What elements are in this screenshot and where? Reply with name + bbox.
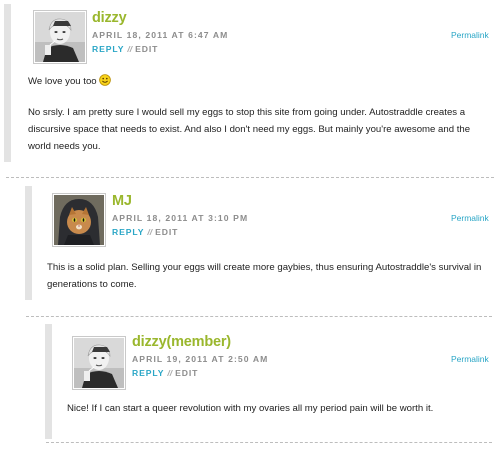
comment-body: We love you too No srsly. I am pretty su… [28, 73, 490, 155]
avatar-hooded-cat-icon [54, 195, 104, 245]
comment-author[interactable]: dizzy [92, 10, 127, 26]
comment-divider [26, 316, 492, 317]
thread-bar [25, 186, 32, 300]
action-separator: // [167, 368, 173, 378]
thread-bar [4, 4, 11, 162]
comment-actions: REPLY//EDIT [112, 227, 178, 237]
comment-paragraph: Nice! If I can start a queer revolution … [67, 403, 434, 414]
comment-date[interactable]: APRIL 18, 2011 AT 6:47 AM [92, 30, 228, 40]
smiley-icon [98, 74, 111, 86]
comment-divider [6, 177, 494, 178]
reply-link[interactable]: REPLY [92, 44, 124, 54]
avatar-bw-portrait-icon [74, 338, 124, 388]
edit-link[interactable]: EDIT [155, 227, 178, 237]
comment-date[interactable]: APRIL 19, 2011 AT 2:50 AM [132, 354, 268, 364]
comment-paragraph: We love you too [28, 73, 490, 90]
avatar[interactable] [52, 193, 106, 247]
comment-text: We love you too [28, 76, 97, 87]
permalink[interactable]: Permalink [451, 30, 489, 40]
comment-3: dizzy(member) APRIL 19, 2011 AT 2:50 AM … [0, 322, 500, 444]
comment-paragraph: No srsly. I am pretty sure I would sell … [28, 107, 471, 152]
comment-actions: REPLY//EDIT [92, 44, 158, 54]
comment-paragraph: This is a solid plan. Selling your eggs … [47, 262, 482, 290]
avatar-bw-portrait-icon [35, 12, 85, 62]
avatar[interactable] [33, 10, 87, 64]
comment-body: Nice! If I can start a queer revolution … [67, 400, 487, 417]
avatar[interactable] [72, 336, 126, 390]
comment-2: MJ APRIL 18, 2011 AT 3:10 PM REPLY//EDIT… [0, 184, 500, 304]
comment-divider [46, 442, 492, 443]
reply-link[interactable]: REPLY [112, 227, 144, 237]
action-separator: // [147, 227, 153, 237]
comment-1: dizzy APRIL 18, 2011 AT 6:47 AM REPLY//E… [0, 0, 500, 170]
comment-author[interactable]: MJ [112, 193, 132, 209]
comment-actions: REPLY//EDIT [132, 368, 198, 378]
edit-link[interactable]: EDIT [135, 44, 158, 54]
thread-bar [45, 324, 52, 439]
comment-date[interactable]: APRIL 18, 2011 AT 3:10 PM [112, 213, 248, 223]
comment-author[interactable]: dizzy(member) [132, 334, 231, 350]
comment-body: This is a solid plan. Selling your eggs … [47, 259, 487, 293]
permalink[interactable]: Permalink [451, 213, 489, 223]
reply-link[interactable]: REPLY [132, 368, 164, 378]
edit-link[interactable]: EDIT [175, 368, 198, 378]
permalink[interactable]: Permalink [451, 354, 489, 364]
action-separator: // [127, 44, 133, 54]
